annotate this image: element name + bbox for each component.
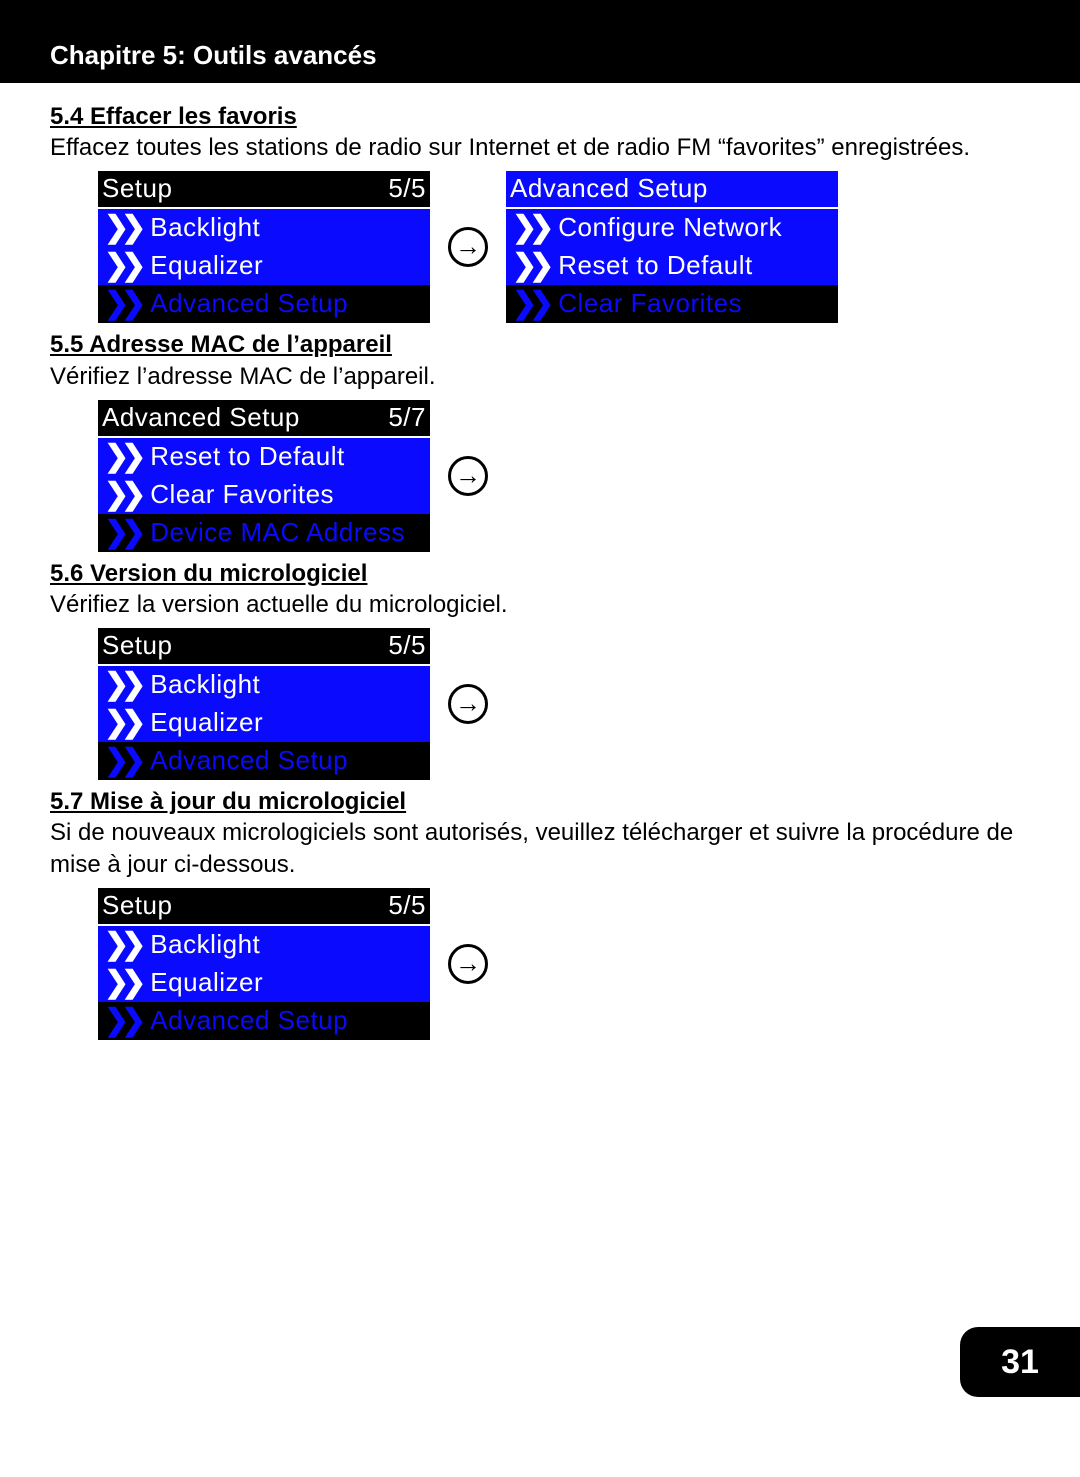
screen-title-text: Advanced Setup — [510, 172, 708, 206]
chevron-right-icon: ❯❯ — [104, 933, 146, 957]
screen-advanced-setup: Advanced Setup ❯❯Configure Network ❯❯Res… — [506, 171, 838, 323]
menu-item-backlight: ❯❯Backlight — [98, 926, 430, 964]
menu-item-clear-favorites: ❯❯Clear Favorites — [506, 285, 838, 323]
section-5-7-screens: Setup 5/5 ❯❯Backlight ❯❯Equalizer ❯❯Adva… — [98, 888, 1030, 1040]
section-5-7-body: Si de nouveaux micrologiciels sont autor… — [50, 817, 1030, 879]
chevron-right-icon: ❯❯ — [104, 749, 146, 773]
chapter-header: Chapitre 5: Outils avancés — [0, 0, 1080, 83]
screen-title-bar: Advanced Setup — [506, 171, 838, 209]
section-5-4-screens: Setup 5/5 ❯❯Backlight ❯❯Equalizer ❯❯Adva… — [98, 171, 1030, 323]
screen-counter: 5/7 — [388, 401, 426, 435]
screen-advanced-setup-57: Advanced Setup 5/7 ❯❯Reset to Default ❯❯… — [98, 400, 430, 552]
page-content: 5.4 Effacer les favoris Effacez toutes l… — [0, 83, 1080, 1040]
menu-item-label: Advanced Setup — [150, 744, 348, 778]
arrow-right-icon: → — [448, 684, 488, 724]
menu-item-equalizer: ❯❯Equalizer — [98, 964, 430, 1002]
screen-setup: Setup 5/5 ❯❯Backlight ❯❯Equalizer ❯❯Adva… — [98, 171, 430, 323]
menu-item-reset-default: ❯❯Reset to Default — [98, 438, 430, 476]
menu-item-equalizer: ❯❯Equalizer — [98, 247, 430, 285]
chevron-right-icon: ❯❯ — [104, 445, 146, 469]
menu-item-label: Clear Favorites — [150, 478, 334, 512]
menu-item-label: Clear Favorites — [558, 287, 742, 321]
section-5-5-body: Vérifiez l’adresse MAC de l’appareil. — [50, 361, 1030, 392]
screen-title-bar: Setup 5/5 — [98, 171, 430, 209]
menu-item-equalizer: ❯❯Equalizer — [98, 704, 430, 742]
section-5-6-title: 5.6 Version du micrologiciel — [50, 558, 1030, 589]
page-number: 31 — [960, 1327, 1080, 1397]
screen-title-bar: Setup 5/5 — [98, 888, 430, 926]
chevron-right-icon: ❯❯ — [104, 521, 146, 545]
menu-item-label: Equalizer — [150, 966, 263, 1000]
chevron-right-icon: ❯❯ — [104, 216, 146, 240]
chevron-right-icon: ❯❯ — [104, 971, 146, 995]
section-5-7-title: 5.7 Mise à jour du micrologiciel — [50, 786, 1030, 817]
menu-item-label: Configure Network — [558, 211, 782, 245]
menu-item-advanced-setup: ❯❯Advanced Setup — [98, 742, 430, 780]
menu-item-configure-network: ❯❯Configure Network — [506, 209, 838, 247]
chevron-right-icon: ❯❯ — [104, 1009, 146, 1033]
arrow-right-icon: → — [448, 227, 488, 267]
section-5-6-body: Vérifiez la version actuelle du microlog… — [50, 589, 1030, 620]
section-5-5-screens: Advanced Setup 5/7 ❯❯Reset to Default ❯❯… — [98, 400, 1030, 552]
chevron-right-icon: ❯❯ — [104, 292, 146, 316]
menu-item-label: Advanced Setup — [150, 287, 348, 321]
menu-item-reset-default: ❯❯Reset to Default — [506, 247, 838, 285]
screen-counter: 5/5 — [388, 172, 426, 206]
screen-setup: Setup 5/5 ❯❯Backlight ❯❯Equalizer ❯❯Adva… — [98, 628, 430, 780]
chevron-right-icon: ❯❯ — [104, 254, 146, 278]
menu-item-device-mac: ❯❯Device MAC Address — [98, 514, 430, 552]
section-5-4-title: 5.4 Effacer les favoris — [50, 101, 1030, 132]
screen-title-text: Advanced Setup — [102, 401, 300, 435]
chevron-right-icon: ❯❯ — [512, 292, 554, 316]
menu-item-label: Device MAC Address — [150, 516, 405, 550]
chevron-right-icon: ❯❯ — [512, 254, 554, 278]
menu-item-label: Backlight — [150, 928, 260, 962]
section-5-5-title: 5.5 Adresse MAC de l’appareil — [50, 329, 1030, 360]
menu-item-clear-favorites: ❯❯Clear Favorites — [98, 476, 430, 514]
menu-item-backlight: ❯❯Backlight — [98, 666, 430, 704]
menu-item-label: Equalizer — [150, 249, 263, 283]
menu-item-label: Backlight — [150, 211, 260, 245]
screen-title-bar: Advanced Setup 5/7 — [98, 400, 430, 438]
screen-counter: 5/5 — [388, 889, 426, 923]
section-5-6-screens: Setup 5/5 ❯❯Backlight ❯❯Equalizer ❯❯Adva… — [98, 628, 1030, 780]
arrow-right-icon: → — [448, 456, 488, 496]
menu-item-label: Advanced Setup — [150, 1004, 348, 1038]
chevron-right-icon: ❯❯ — [104, 711, 146, 735]
menu-item-backlight: ❯❯Backlight — [98, 209, 430, 247]
arrow-right-icon: → — [448, 944, 488, 984]
screen-setup: Setup 5/5 ❯❯Backlight ❯❯Equalizer ❯❯Adva… — [98, 888, 430, 1040]
screen-title-text: Setup — [102, 889, 172, 923]
screen-counter: 5/5 — [388, 629, 426, 663]
screen-title-text: Setup — [102, 172, 172, 206]
menu-item-label: Reset to Default — [558, 249, 752, 283]
menu-item-advanced-setup: ❯❯Advanced Setup — [98, 1002, 430, 1040]
screen-title-bar: Setup 5/5 — [98, 628, 430, 666]
menu-item-label: Equalizer — [150, 706, 263, 740]
section-5-4-body: Effacez toutes les stations de radio sur… — [50, 132, 1030, 163]
screen-title-text: Setup — [102, 629, 172, 663]
chevron-right-icon: ❯❯ — [104, 483, 146, 507]
menu-item-label: Backlight — [150, 668, 260, 702]
chevron-right-icon: ❯❯ — [512, 216, 554, 240]
menu-item-advanced-setup: ❯❯Advanced Setup — [98, 285, 430, 323]
chevron-right-icon: ❯❯ — [104, 673, 146, 697]
menu-item-label: Reset to Default — [150, 440, 344, 474]
